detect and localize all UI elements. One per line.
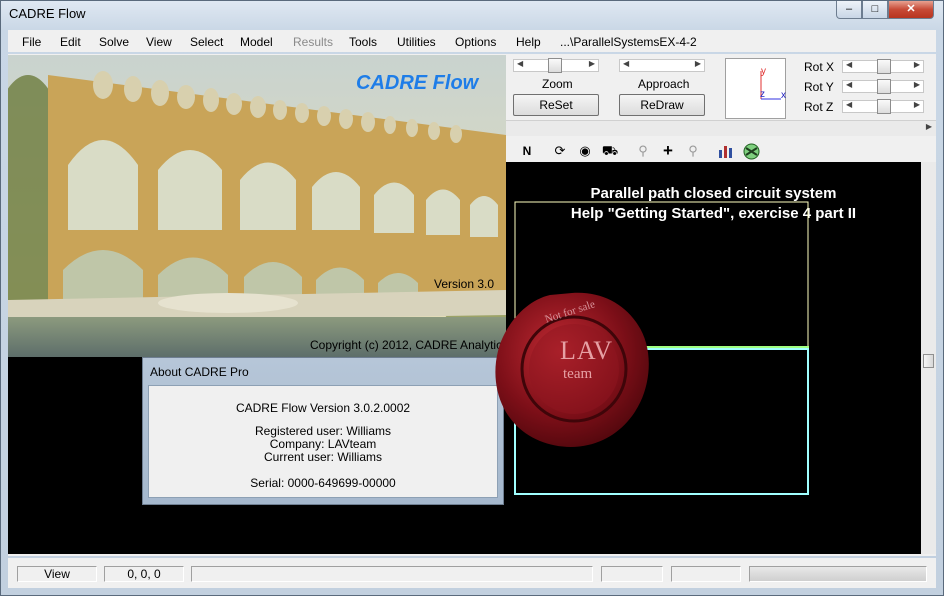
menu-file[interactable]: File: [22, 35, 41, 49]
panel-hscroll[interactable]: ▶: [506, 120, 936, 136]
zoom-slider-thumb[interactable]: [548, 58, 562, 73]
axis-y-label: y: [761, 66, 766, 77]
splash-version: Version 3.0: [434, 277, 495, 291]
about-product: CADRE Flow Version 3.0.2.0002: [235, 401, 411, 415]
menu-solve[interactable]: Solve: [99, 35, 129, 49]
rot-y-thumb[interactable]: [877, 79, 891, 94]
zoom-out-icon[interactable]: ⚲: [634, 142, 652, 160]
approach-label: Approach: [638, 77, 690, 91]
chart-icon[interactable]: [718, 144, 734, 158]
faucet-icon[interactable]: ⛟: [601, 142, 619, 160]
menu-select[interactable]: Select: [190, 35, 223, 49]
status-progress: [749, 566, 927, 582]
menu-tools[interactable]: Tools: [349, 35, 377, 49]
file-path: ...\ParallelSystemsEX-4-2: [560, 35, 697, 49]
menu-utilities[interactable]: Utilities: [397, 35, 436, 49]
about-registered-user: Registered user: Williams: [254, 424, 392, 438]
about-serial: Serial: 0000-649699-00000: [250, 476, 396, 490]
reset-button[interactable]: ReSet: [513, 94, 599, 116]
add-icon[interactable]: +: [659, 142, 677, 160]
minimize-button[interactable]: –: [836, 1, 862, 19]
rot-z-slider[interactable]: ◀ ▶: [842, 99, 924, 114]
aqueduct-illustration: [8, 55, 506, 357]
about-dialog-title: About CADRE Pro: [150, 365, 249, 379]
status-coords: 0, 0, 0: [104, 566, 184, 582]
approach-slider[interactable]: ◀ ▶: [619, 59, 705, 72]
n-icon[interactable]: N: [518, 142, 536, 160]
about-company: Company: LAVteam: [269, 437, 377, 451]
rotate-icon[interactable]: ⟳: [551, 142, 569, 160]
menu-edit[interactable]: Edit: [60, 35, 81, 49]
rot-x-label: Rot X: [804, 60, 835, 74]
zoom-label: Zoom: [542, 77, 573, 91]
axis-x-label: x: [781, 90, 786, 101]
title-bar[interactable]: CADRE Flow – □ ✕: [0, 0, 944, 28]
zoom-slider[interactable]: ◀ ▶: [513, 58, 599, 73]
rot-x-thumb[interactable]: [877, 59, 891, 74]
scroll-right-icon[interactable]: ▶: [926, 122, 932, 131]
vertical-scroll-thumb[interactable]: [923, 354, 934, 368]
axis-z-label: z: [760, 89, 765, 100]
rot-x-slider[interactable]: ◀ ▶: [842, 59, 924, 74]
menu-view[interactable]: View: [146, 35, 172, 49]
menu-results[interactable]: Results: [293, 35, 333, 49]
splash-copyright: Copyright (c) 2012, CADRE Analytic: [310, 338, 503, 352]
rot-y-slider[interactable]: ◀ ▶: [842, 79, 924, 94]
rot-y-label: Rot Y: [804, 80, 834, 94]
vertical-scrollbar[interactable]: [921, 162, 936, 554]
rot-z-label: Rot Z: [804, 100, 834, 114]
menu-help[interactable]: Help: [516, 35, 541, 49]
window-title: CADRE Flow: [9, 6, 86, 21]
rot-z-thumb[interactable]: [877, 99, 891, 114]
axis-preview: [725, 58, 786, 119]
menu-options[interactable]: Options: [455, 35, 496, 49]
status-mode: View: [17, 566, 97, 582]
no-entry-icon[interactable]: [743, 143, 760, 160]
status-pane-a: [601, 566, 663, 582]
redraw-button[interactable]: ReDraw: [619, 94, 705, 116]
status-pane-b: [671, 566, 741, 582]
zoom-in-icon[interactable]: ⚲: [684, 142, 702, 160]
seal-text: LAV: [560, 336, 614, 365]
maximize-button[interactable]: □: [862, 1, 888, 19]
axis-triad: [760, 71, 781, 100]
splash-brand: CADRE Flow: [356, 72, 479, 94]
eye-icon[interactable]: ◉: [576, 142, 594, 160]
status-message: [191, 566, 593, 582]
seal-subtext: team: [563, 366, 593, 382]
about-current-user: Current user: Williams: [263, 450, 383, 464]
close-button[interactable]: ✕: [888, 1, 934, 19]
splash-image: [8, 55, 506, 357]
menu-model[interactable]: Model: [240, 35, 273, 49]
